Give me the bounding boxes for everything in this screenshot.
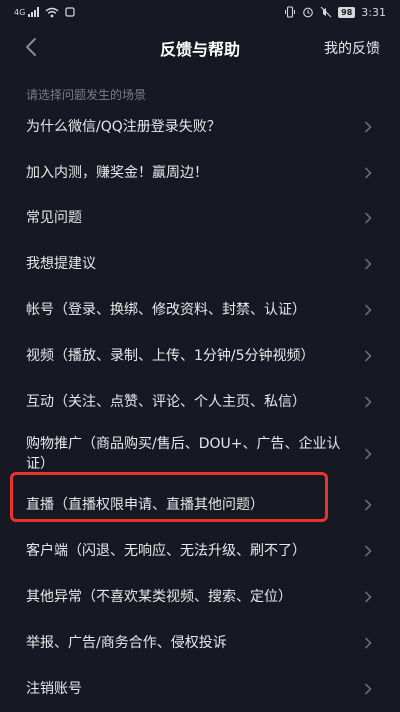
chevron-right-icon	[364, 350, 372, 362]
list-item-shopping-promotion[interactable]: 购物推广（商品购买/售后、DOU+、广告、企业认证）	[0, 425, 400, 483]
list-item-label: 我想提建议	[26, 256, 96, 273]
list-item-label: 其他异常（不喜欢某类视频、搜索、定位）	[26, 589, 292, 606]
section-label: 请选择问题发生的场景	[26, 88, 147, 102]
chevron-right-icon	[364, 121, 372, 133]
scenario-list: 为什么微信/QQ注册登录失败？ 加入内测，赚奖金！赢周边！ 常见问题 我想提建议…	[0, 104, 400, 712]
chevron-right-icon	[364, 545, 372, 557]
list-item-label: 互动（关注、点赞、评论、个人主页、私信）	[26, 393, 306, 410]
chevron-right-icon	[364, 212, 372, 225]
list-item-label: 客户端（闪退、无响应、无法升级、刷不了）	[26, 543, 306, 560]
vibrate-icon	[285, 6, 296, 18]
list-item-label: 注销账号	[26, 680, 82, 697]
status-bar-right: 98 3:31	[284, 6, 386, 19]
battery-icon: 98	[338, 6, 356, 18]
list-item-label: 视频（播放、录制、上传、1分钟/5分钟视频）	[26, 347, 315, 364]
network-type: 4G	[14, 7, 26, 17]
list-item-label: 直播（直播权限申请、直播其他问题）	[26, 497, 264, 514]
list-item-report[interactable]: 举报、广告/商务合作、侵权投诉	[0, 620, 400, 666]
list-item-label: 为什么微信/QQ注册登录失败？	[26, 118, 221, 135]
list-item-video[interactable]: 视频（播放、录制、上传、1分钟/5分钟视频）	[0, 333, 400, 379]
chevron-right-icon	[364, 396, 372, 408]
wifi-icon	[45, 7, 59, 17]
notification-icon	[65, 7, 75, 17]
clock: 3:31	[361, 5, 386, 19]
list-item-beta-test[interactable]: 加入内测，赚奖金！赢周边！	[0, 150, 400, 196]
chevron-right-icon	[364, 448, 372, 460]
chevron-right-icon	[364, 167, 372, 179]
list-item-wechat-qq-login[interactable]: 为什么微信/QQ注册登录失败？	[0, 104, 400, 150]
mute-icon	[320, 6, 332, 18]
list-item-suggestion[interactable]: 我想提建议	[0, 241, 400, 287]
list-item-label: 举报、广告/商务合作、侵权投诉	[26, 634, 227, 651]
list-item-label: 帐号（登录、换绑、修改资料、封禁、认证）	[26, 302, 306, 319]
list-item-interaction[interactable]: 互动（关注、点赞、评论、个人主页、私信）	[0, 379, 400, 425]
signal-icon	[28, 7, 40, 17]
chevron-right-icon	[364, 304, 372, 316]
list-item-faq[interactable]: 常见问题	[0, 196, 400, 242]
status-bar-left: 4G	[14, 7, 75, 18]
list-item-other[interactable]: 其他异常（不喜欢某类视频、搜索、定位）	[0, 574, 400, 620]
chevron-right-icon	[364, 591, 372, 603]
chevron-right-icon	[364, 683, 372, 695]
list-item-account[interactable]: 帐号（登录、换绑、修改资料、封禁、认证）	[0, 287, 400, 333]
chevron-right-icon	[364, 258, 372, 270]
list-item-label: 加入内测，赚奖金！赢周边！	[26, 164, 208, 181]
chevron-right-icon	[364, 499, 372, 511]
nav-header: 反馈与帮助 我的反馈	[0, 24, 400, 72]
list-item-label: 购物推广（商品购买/售后、DOU+、广告、企业认证）	[26, 435, 341, 472]
list-item-client[interactable]: 客户端（闪退、无响应、无法升级、刷不了）	[0, 528, 400, 574]
status-bar: 4G 98 3:31	[0, 0, 400, 24]
list-item-live[interactable]: 直播（直播权限申请、直播其他问题）	[0, 483, 400, 529]
alarm-icon	[303, 7, 314, 18]
chevron-right-icon	[364, 637, 372, 649]
list-item-label: 常见问题	[26, 210, 82, 227]
my-feedback-link[interactable]: 我的反馈	[324, 38, 380, 58]
